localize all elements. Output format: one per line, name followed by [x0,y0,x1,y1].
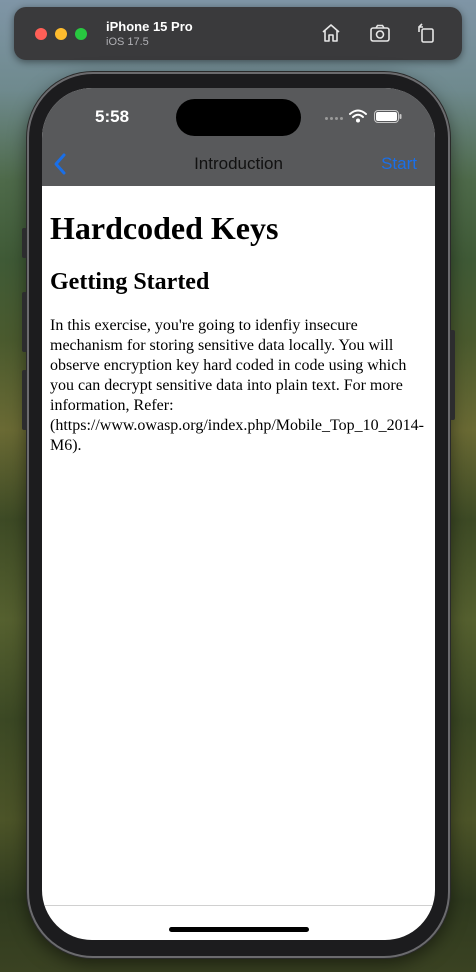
minimize-window-button[interactable] [55,28,67,40]
start-button[interactable]: Start [381,154,417,174]
status-time: 5:58 [95,107,130,126]
rotate-icon[interactable] [414,21,438,45]
nav-title: Introduction [194,154,283,173]
signal-icon [325,117,345,121]
action-button [22,228,27,258]
battery-icon [374,110,402,123]
bottom-divider [42,905,435,906]
content-area: Hardcoded Keys Getting Started In this e… [50,186,427,456]
navigation-bar: 5:58 Introduction Start [42,88,435,186]
os-version: iOS 17.5 [106,36,149,48]
screenshot-icon[interactable] [368,21,392,45]
volume-up-button [22,292,27,352]
page-heading: Hardcoded Keys [50,210,279,246]
body-text: In this exercise, you're going to idenfi… [50,317,424,454]
app-screen: 5:58 Introduction Start Hardcoded Keys G… [42,88,435,940]
simulator-toolbar: iPhone 15 Pro iOS 17.5 [14,7,462,60]
section-heading: Getting Started [50,269,210,295]
power-button [450,330,455,420]
device-name: iPhone 15 Pro [106,19,193,34]
zoom-window-button[interactable] [75,28,87,40]
volume-down-button [22,370,27,430]
home-indicator[interactable] [169,927,309,932]
home-icon[interactable] [319,21,343,45]
close-window-button[interactable] [35,28,47,40]
wifi-icon [349,109,367,123]
dynamic-island [176,99,301,136]
